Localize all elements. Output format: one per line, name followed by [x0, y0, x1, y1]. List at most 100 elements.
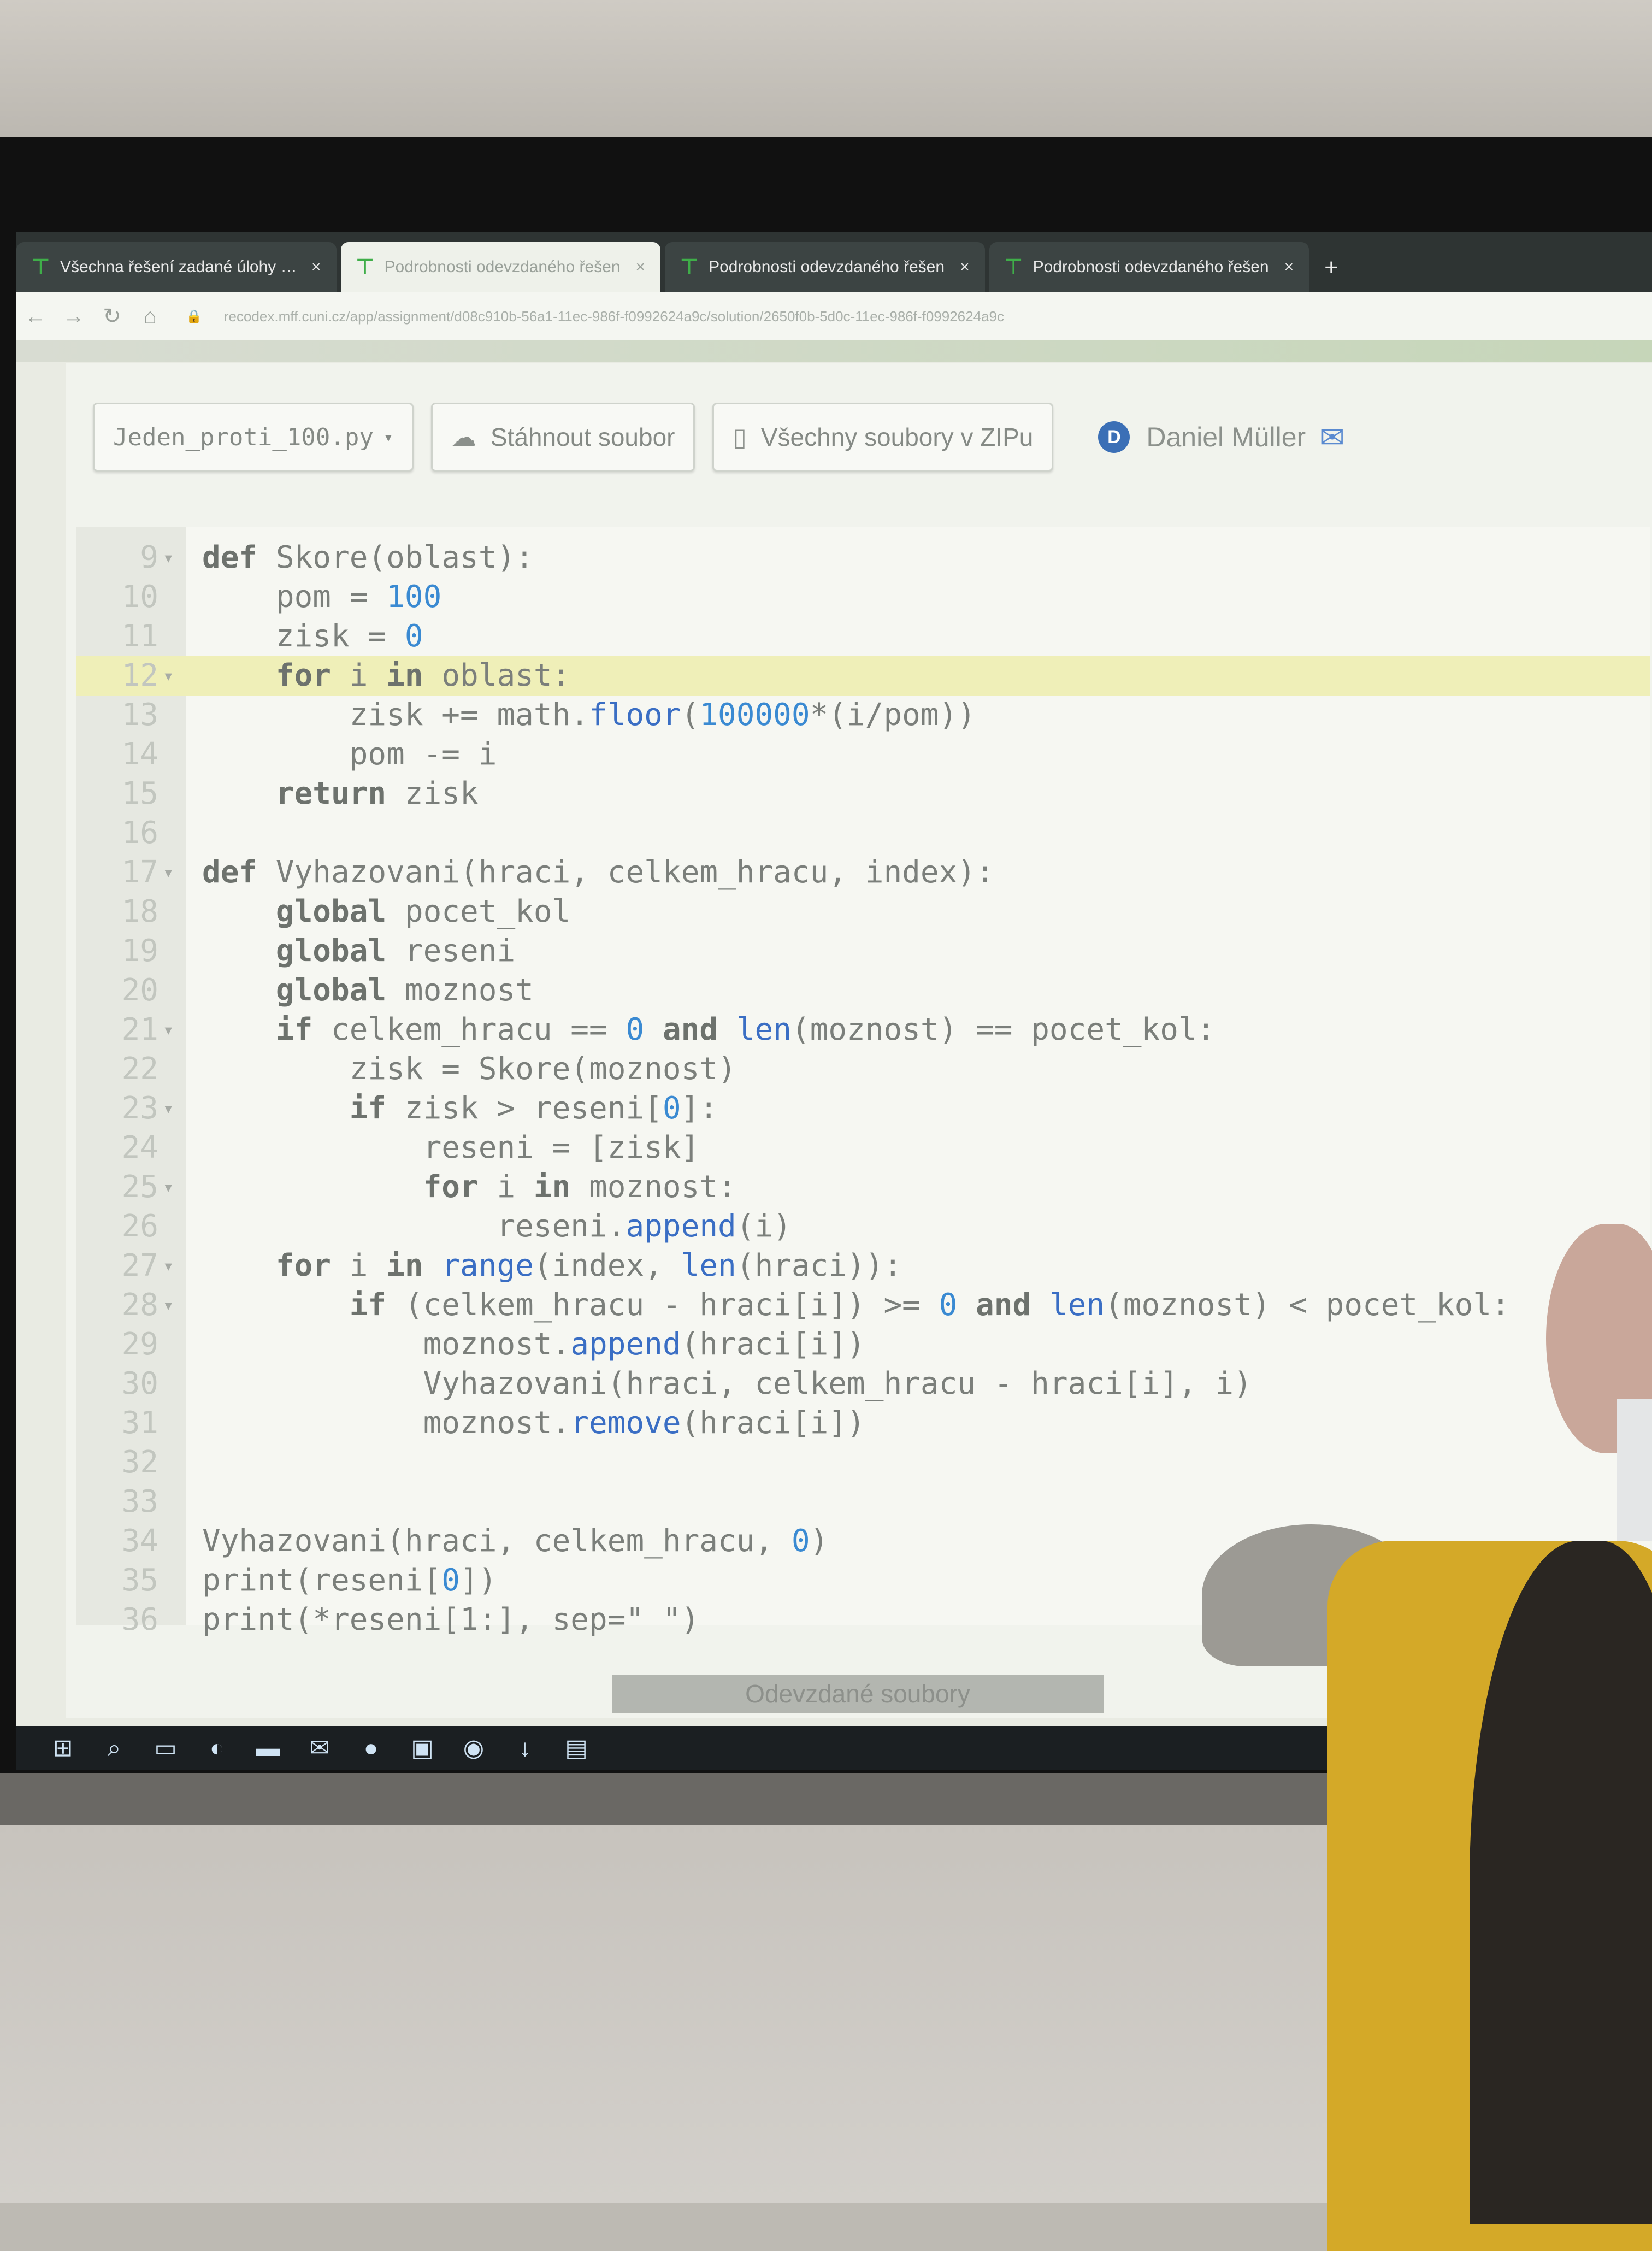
line-number: 10	[121, 579, 158, 615]
download-file-label: Stáhnout soubor	[490, 423, 675, 451]
search-icon[interactable]: ⌕	[101, 1735, 128, 1762]
line-number: 35	[121, 1563, 158, 1598]
code-text: print(reseni[0])	[202, 1563, 497, 1598]
line-number: 26	[121, 1209, 158, 1244]
line-number: 28	[121, 1287, 158, 1323]
chrome-icon[interactable]: ◉	[460, 1735, 487, 1762]
fold-toggle-icon[interactable]: ▾	[163, 538, 174, 578]
url-field[interactable]: recodex.mff.cuni.cz/app/assignment/d08c9…	[224, 308, 1004, 325]
code-line: 16	[76, 814, 1650, 853]
code-viewer[interactable]: 9 ▾ def Skore(oblast): 10 pom = 100 11 zisk …	[76, 527, 1650, 1637]
recodex-logo-icon: ⊤	[1004, 256, 1023, 279]
recodex-logo-icon: ⊤	[32, 256, 50, 279]
code-text: for i in oblast:	[275, 658, 571, 693]
forward-arrow-icon[interactable]: →	[55, 304, 93, 329]
code-line: 19 global reseni	[76, 932, 1650, 971]
code-text: reseni.append(i)	[202, 1209, 792, 1244]
user-name[interactable]: Daniel Müller	[1146, 421, 1306, 453]
back-arrow-icon[interactable]: ←	[16, 304, 55, 329]
windows-start-icon[interactable]: ⊞	[49, 1735, 76, 1762]
code-line: 9 ▾ def Skore(oblast):	[76, 538, 1650, 578]
file-select-dropdown[interactable]: Jeden_proti_100.py ▾	[93, 403, 414, 472]
download-icon[interactable]: ↓	[511, 1735, 539, 1762]
download-zip-label: Všechny soubory v ZIPu	[760, 423, 1034, 451]
fold-toggle-icon[interactable]: ▾	[163, 656, 174, 696]
code-text: global moznost	[275, 973, 534, 1008]
browser-tab-active[interactable]: ⊤ Podrobnosti odevzdaného řešen ×	[340, 242, 661, 292]
download-zip-button[interactable]: ▯ Všechny soubory v ZIPu	[712, 403, 1054, 472]
user-avatar: D	[1098, 421, 1130, 453]
line-number: 36	[121, 1602, 158, 1637]
code-text: global reseni	[275, 933, 516, 969]
firefox-icon[interactable]: ●	[357, 1735, 385, 1762]
code-line: 23 ▾ if zisk > reseni[0]:	[76, 1089, 1650, 1128]
code-line: 33	[76, 1482, 1650, 1522]
code-line: 31 moznost.remove(hraci[i])	[76, 1404, 1650, 1443]
code-line: 13 zisk += math.floor(100000*(i/pom))	[76, 696, 1650, 735]
mail-icon[interactable]: ✉	[306, 1735, 333, 1762]
download-file-button[interactable]: ☁ Stáhnout soubor	[430, 403, 695, 472]
remote-desktop-icon[interactable]: ▤	[563, 1735, 590, 1762]
code-text: return zisk	[275, 776, 479, 811]
code-line: 14 pom -= i	[76, 735, 1650, 774]
envelope-icon[interactable]: ✉	[1320, 420, 1344, 455]
code-line: 22 zisk = Skore(moznost)	[76, 1050, 1650, 1089]
code-line: 11 zisk = 0	[76, 617, 1650, 656]
file-explorer-icon[interactable]: ▬	[255, 1735, 282, 1762]
tab-title: Všechna řešení zadané úlohy | R	[60, 258, 300, 276]
code-line: 32	[76, 1443, 1650, 1482]
line-number: 20	[121, 973, 158, 1008]
line-number: 25	[121, 1169, 158, 1205]
fold-toggle-icon[interactable]: ▾	[163, 1286, 174, 1325]
page-header-band	[16, 340, 1652, 362]
code-text: pom -= i	[202, 736, 497, 772]
fold-toggle-icon[interactable]: ▾	[163, 853, 174, 892]
browser-tab[interactable]: ⊤ Podrobnosti odevzdaného řešen ×	[665, 242, 985, 292]
code-text: for i in range(index, len(hraci)):	[275, 1248, 902, 1283]
line-number: 17	[121, 855, 158, 890]
browser-tab[interactable]: ⊤ Všechna řešení zadané úlohy | R ×	[16, 242, 337, 292]
new-tab-button[interactable]: +	[1313, 254, 1349, 292]
fold-toggle-icon[interactable]: ▾	[163, 1246, 174, 1286]
close-tab-icon[interactable]: ×	[636, 258, 646, 276]
fold-toggle-icon[interactable]: ▾	[163, 1089, 174, 1128]
store-icon[interactable]: ▣	[409, 1735, 436, 1762]
reload-icon[interactable]: ↻	[93, 304, 131, 329]
task-view-icon[interactable]: ▭	[152, 1735, 179, 1762]
code-text: moznost.remove(hraci[i])	[202, 1405, 865, 1441]
recodex-logo-icon: ⊤	[680, 256, 699, 279]
code-line: 21 ▾ if celkem_hracu == 0 and len(moznost…	[76, 1010, 1650, 1050]
line-number: 27	[121, 1248, 158, 1283]
line-number: 30	[121, 1366, 158, 1401]
fold-toggle-icon[interactable]: ▾	[163, 1010, 174, 1050]
code-line: 15 return zisk	[76, 774, 1650, 814]
code-line: 28 ▾ if (celkem_hracu - hraci[i]) >= 0 an…	[76, 1286, 1650, 1325]
line-number: 31	[121, 1405, 158, 1441]
code-line: 25 ▾ for i in moznost:	[76, 1168, 1650, 1207]
code-text: def Vyhazovani(hraci, celkem_hracu, inde…	[202, 855, 994, 890]
close-tab-icon[interactable]: ×	[960, 258, 970, 276]
code-text: Vyhazovani(hraci, celkem_hracu - hraci[i…	[202, 1366, 1252, 1401]
fold-toggle-icon[interactable]: ▾	[163, 1168, 174, 1207]
code-text: def Skore(oblast):	[202, 540, 534, 575]
close-tab-icon[interactable]: ×	[311, 258, 321, 276]
code-line: 18 global pocet_kol	[76, 892, 1650, 932]
code-line: 26 reseni.append(i)	[76, 1207, 1650, 1246]
line-number: 12	[121, 658, 158, 693]
edge-icon[interactable]: ◐	[203, 1735, 231, 1762]
code-line: 30 Vyhazovani(hraci, celkem_hracu - hrac…	[76, 1364, 1650, 1404]
code-text: zisk += math.floor(100000*(i/pom))	[202, 697, 976, 733]
home-icon[interactable]: ⌂	[131, 304, 169, 329]
tab-title: Podrobnosti odevzdaného řešen	[709, 258, 945, 276]
browser-tab[interactable]: ⊤ Podrobnosti odevzdaného řešen ×	[989, 242, 1309, 292]
recodex-logo-icon: ⊤	[356, 256, 374, 279]
browser-tab-strip: ⊤ Všechna řešení zadané úlohy | R × ⊤ Po…	[16, 232, 1652, 292]
line-number: 19	[121, 933, 158, 969]
line-number: 13	[121, 697, 158, 733]
address-bar: ← → ↻ ⌂ 🔒 recodex.mff.cuni.cz/app/assign…	[16, 292, 1652, 340]
code-line: 12 ▾ for i in oblast:	[76, 656, 1650, 696]
code-text: if celkem_hracu == 0 and len(moznost) ==…	[275, 1012, 1216, 1047]
line-number: 21	[121, 1012, 158, 1047]
code-text: global pocet_kol	[275, 894, 571, 929]
close-tab-icon[interactable]: ×	[1284, 258, 1294, 276]
